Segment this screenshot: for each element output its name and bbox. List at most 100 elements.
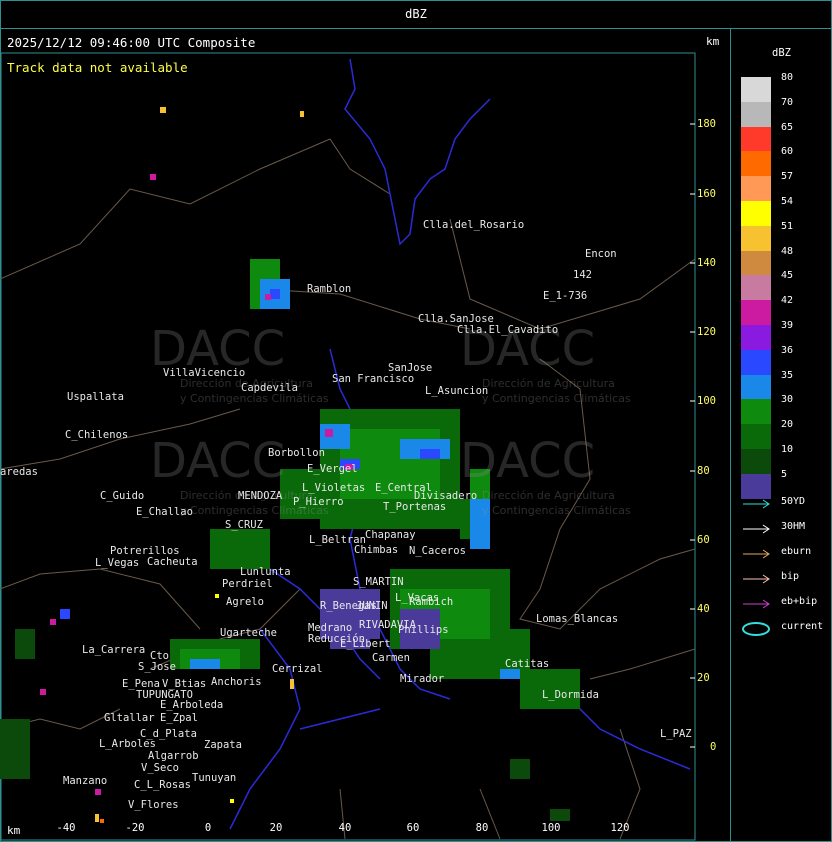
- scale-label: 54: [781, 196, 794, 207]
- scale-swatch: [741, 201, 771, 226]
- scale-label: 70: [781, 96, 794, 108]
- x-tick-label: 80: [475, 822, 489, 834]
- place-label: E_1-736: [543, 290, 588, 302]
- place-label: Rambich: [409, 596, 454, 608]
- place-label: C_Guido: [100, 490, 145, 502]
- place-label: L_PAZ: [660, 728, 692, 740]
- scale-swatch: [741, 374, 771, 400]
- place-label: E_Challao: [136, 506, 193, 518]
- place-label: Tunuyan: [192, 772, 237, 784]
- place-label: L_Dormida: [542, 689, 599, 701]
- place-label: N_Caceros: [409, 545, 466, 557]
- window-title: dBZ: [405, 7, 427, 21]
- place-label: aredas: [0, 466, 38, 478]
- scale-label: 48: [781, 245, 794, 257]
- place-label: JUNIN: [356, 600, 388, 612]
- y-tick-label: 140: [697, 257, 716, 269]
- legend-panel: dBZ 80 70 65 60 57 54 51 48 45 42 39 36 35 30 20 10 5 50…: [731, 29, 832, 842]
- timestamp: 2025/12/12 09:46:00 UTC Composite: [7, 35, 256, 50]
- place-label: E_Libert: [340, 638, 391, 650]
- place-label: Ugarteche: [220, 627, 277, 639]
- track-legend-label: eb+bip: [781, 596, 818, 607]
- arrow-icon: [743, 549, 770, 559]
- track-legend-label: bip: [781, 571, 800, 582]
- place-label: Catitas: [505, 658, 550, 670]
- scale-label: 80: [781, 72, 794, 83]
- place-label: L_Violetas: [302, 482, 366, 494]
- radar-map[interactable]: DACC Dirección de Agricultura y Continge…: [0, 29, 731, 842]
- scale-label: 10: [781, 444, 794, 455]
- scale-swatch: [741, 300, 771, 326]
- legend-unit: dBZ: [772, 47, 791, 59]
- place-label: Cerrizal: [272, 663, 323, 675]
- y-tick-label: 160: [697, 188, 716, 200]
- place-label: E_Arboleda: [160, 699, 224, 711]
- track-notice: Track data not available: [7, 60, 188, 75]
- scale-swatch: [741, 275, 771, 301]
- title-bar: dBZ: [0, 0, 832, 29]
- place-label: Anchoris: [211, 676, 262, 688]
- place-label: Chapanay: [365, 529, 416, 541]
- scale-swatch: [741, 77, 771, 102]
- scale-label: 39: [781, 320, 794, 331]
- place-label: P_Hierro: [293, 496, 344, 508]
- scale-swatch: [741, 101, 771, 127]
- track-legend-label: 30HM: [781, 521, 806, 532]
- arrow-icon: [743, 524, 770, 534]
- y-tick-label: 180: [697, 118, 716, 130]
- place-label: Perdriel: [222, 578, 273, 590]
- place-label: E_Vergel: [307, 463, 358, 475]
- scale-swatch: [741, 126, 771, 152]
- scale-swatch: [741, 349, 771, 375]
- y-tick-label: 60: [697, 534, 710, 546]
- y-tick-label: 80: [697, 465, 710, 477]
- place-label: Chimbas: [354, 544, 399, 556]
- scale-label: 5: [781, 468, 788, 480]
- place-label: S_MARTIN: [353, 576, 404, 588]
- place-label: Mirador: [400, 673, 445, 685]
- scale-label: 57: [781, 171, 794, 183]
- y-tick-label: 0: [710, 741, 717, 753]
- x-tick-label: 0: [204, 822, 212, 834]
- x-tick-label: 100: [541, 822, 561, 834]
- place-label: MENDOZA: [238, 490, 283, 502]
- y-tick-label: 40: [697, 603, 710, 615]
- track-legend-label: eburn: [781, 546, 812, 557]
- track-legend-label: 50YD: [781, 496, 806, 507]
- scale-label: 42: [781, 295, 794, 307]
- place-label: Zapata: [204, 739, 242, 751]
- place-label: S_CRUZ: [225, 519, 263, 531]
- place-label: Gltallar: [104, 712, 155, 724]
- scale-label: 60: [781, 146, 794, 158]
- scale-label: 45: [781, 270, 794, 282]
- x-tick-label: 20: [269, 822, 283, 834]
- place-label: Encon: [585, 248, 617, 260]
- place-label: Manzano: [63, 775, 108, 787]
- x-tick-label: 40: [338, 822, 352, 834]
- x-tick-label: -40: [56, 822, 76, 834]
- x-axis-unit: km: [7, 824, 21, 837]
- place-label: Ramblon: [307, 283, 352, 295]
- scale-swatch: [741, 424, 771, 450]
- place-label: Carmen: [372, 652, 410, 664]
- place-label: L_Asuncion: [425, 385, 489, 397]
- x-tick-label: 60: [406, 822, 420, 834]
- scale-swatch: [741, 250, 771, 276]
- scale-label: 20: [781, 419, 794, 431]
- place-label: E_Zpal: [160, 712, 198, 724]
- scale-swatch: [741, 176, 771, 202]
- scale-label: 30: [781, 394, 794, 406]
- axis-ticks: [690, 123, 695, 748]
- scale-swatch: [741, 325, 771, 350]
- place-label: V_Seco: [141, 762, 179, 774]
- arrow-icon: [743, 574, 770, 584]
- scale-label: 36: [781, 344, 794, 356]
- place-label: C_Chilenos: [65, 429, 129, 441]
- scale-swatch: [741, 473, 771, 499]
- x-tick-label: 120: [610, 822, 630, 834]
- arrow-icon: [743, 499, 770, 509]
- place-label: VillaVicencio: [163, 367, 246, 379]
- scale-swatch: [741, 225, 771, 251]
- place-label: V_Flores: [128, 799, 179, 811]
- place-label: L_Vegas: [95, 557, 140, 569]
